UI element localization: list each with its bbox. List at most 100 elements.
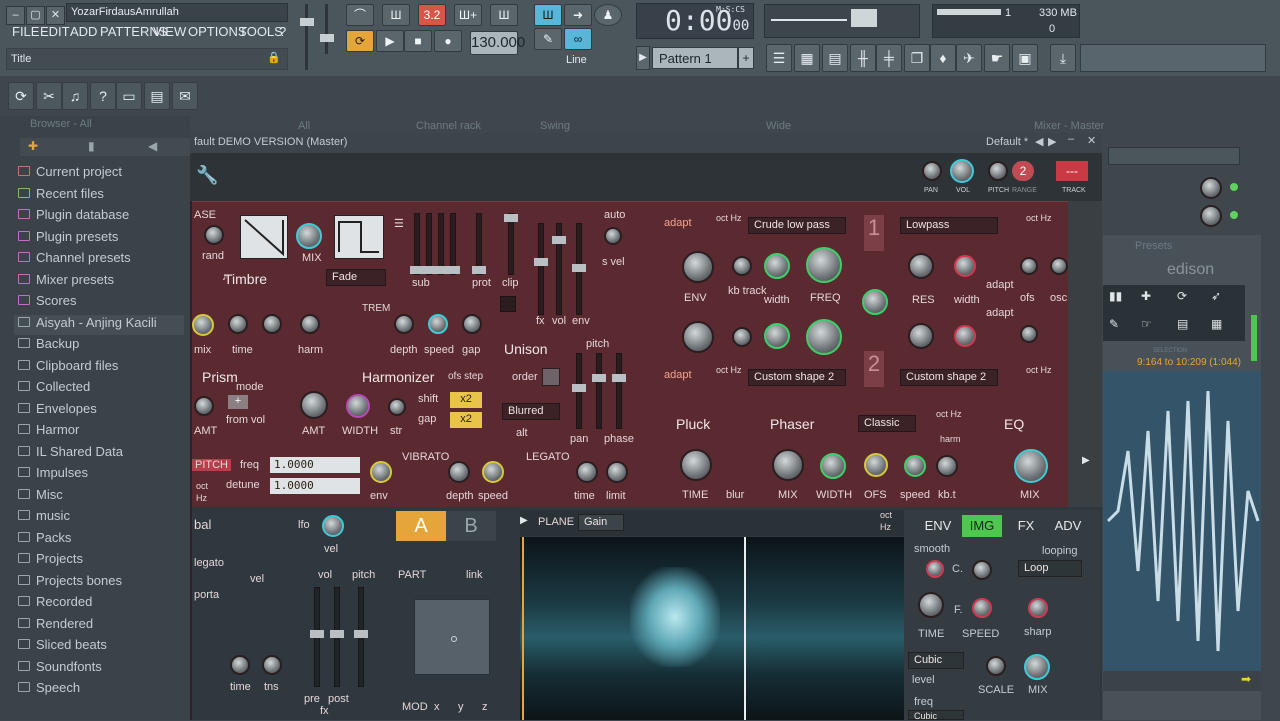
filter4-shape-select[interactable]: Custom shape 2 [900,369,998,386]
legato-limit-knob[interactable] [606,461,628,483]
filter-env-knob[interactable] [682,251,714,283]
wrench-icon[interactable]: 🔧 [196,165,218,186]
xy-pad[interactable] [414,599,490,675]
mixer-search[interactable] [1108,147,1240,165]
master-volume-slider[interactable] [300,4,314,70]
time-knob[interactable] [228,314,248,334]
timbre-mix-knob[interactable] [296,223,322,249]
sub-fader-2[interactable] [422,213,436,275]
save-icon[interactable]: ▭ [116,82,142,110]
plugin-picker-icon[interactable]: ♦ [930,44,956,72]
edison-arrow-icon[interactable]: ➡ [1241,672,1251,686]
piano-roll-icon[interactable]: ▦ [794,44,820,72]
menu-tools[interactable]: TOOLS [239,24,283,39]
img-speed-knob[interactable] [972,598,992,618]
export-icon[interactable]: ▤ [144,82,170,110]
browser-file-icon[interactable]: ▮ [88,139,95,153]
env-fader[interactable] [572,223,586,315]
mixer-icon[interactable]: ╫ [850,44,876,72]
next-preset-icon[interactable]: ▶ [1048,135,1056,148]
restore-button[interactable]: ▢ [26,6,45,25]
scroll-right-icon[interactable]: ▶ [1082,455,1090,466]
phaser-kbt-knob[interactable] [936,455,958,477]
ofs2-knob[interactable] [1020,325,1038,343]
edison-save-icon[interactable]: ▤ [1177,317,1188,331]
gain-select[interactable]: Gain [578,514,624,531]
freq-field[interactable]: 1.0000 [270,457,360,473]
tab-adv[interactable]: ADV [1048,515,1088,537]
browser-item[interactable]: music [18,508,70,528]
prism-add-button[interactable]: + [228,395,248,409]
cubic2-select[interactable]: Cubic [908,710,964,721]
tab-img[interactable]: IMG [962,515,1002,537]
menu-options[interactable]: OPTIONS [188,24,247,39]
draw-tool-icon[interactable]: ✎ [534,28,562,50]
mixer-led-1[interactable] [1230,183,1238,191]
ofs-knob[interactable] [1020,257,1038,275]
adapt-label-4[interactable]: adapt [664,369,692,381]
filter3-shape-select[interactable]: Custom shape 2 [748,369,846,386]
edison-bars-icon[interactable]: ▮▮ [1109,289,1122,303]
filter2-freq-knob[interactable] [806,319,842,355]
metronome-icon[interactable]: ⌒ [346,4,374,26]
edison-hand-icon[interactable]: ☞ [1141,317,1152,331]
edison-grid-icon[interactable]: ▦ [1211,317,1222,331]
browser-item[interactable]: Aisyah - Anjing Kacili [14,314,184,335]
loop-record-icon[interactable]: Ш [490,4,518,26]
edison-pencil-icon[interactable]: ✎ [1109,317,1119,331]
track-select[interactable]: --- [1056,161,1088,181]
unison-phase-fader[interactable] [612,353,626,429]
gap-field[interactable]: x2 [450,412,482,428]
browser-speaker-icon[interactable]: ◀ [148,139,157,153]
mic-icon[interactable]: ♟ [594,4,622,26]
res-knob[interactable] [908,253,934,279]
order-button[interactable] [542,368,560,386]
browser-item[interactable]: Recent files [18,186,104,206]
part-a-tab[interactable]: A [396,511,446,541]
browser-item[interactable]: Mixer presets [18,272,114,292]
cubic-select[interactable]: Cubic [908,652,964,669]
mixer-led-2[interactable] [1230,211,1238,219]
browser-item[interactable]: Soundfonts [18,659,102,679]
img-time-knob[interactable] [918,592,944,618]
trem-gap-knob[interactable] [462,314,482,334]
waveform-b[interactable] [334,215,384,259]
tab-env[interactable]: ENV [918,515,958,537]
sub-fader-4[interactable] [446,213,460,275]
pitch-knob[interactable] [988,161,1008,181]
blurred-select[interactable]: Blurred [502,403,560,420]
waveform-a[interactable] [240,215,288,259]
preset-name[interactable]: Default * [986,136,1028,148]
phaser-speed-knob[interactable] [904,455,926,477]
list-icon[interactable]: ☰ [394,217,404,230]
detune-field[interactable]: 1.0000 [270,478,360,494]
channel-rack-icon[interactable]: ▤ [822,44,848,72]
sharp-knob[interactable] [1028,598,1048,618]
browser-item[interactable]: Channel presets [18,250,131,270]
sub-fader-3[interactable] [434,213,448,275]
harm-knob[interactable] [300,314,320,334]
touch-controller-icon[interactable]: ☛ [984,44,1010,72]
mixer-faders-icon[interactable]: ╪ [876,44,902,72]
harmonizer-amt-knob[interactable] [300,391,328,419]
filter1-type-select[interactable]: Crude low pass [748,217,846,234]
microphone-icon[interactable]: ♫ [62,82,88,110]
minimize-button[interactable]: – [6,6,25,25]
record-button[interactable]: ● [434,30,462,52]
plugin-database-icon[interactable]: ✈ [956,44,982,72]
browser-item[interactable]: Packs [18,530,71,550]
edison-loop-icon[interactable]: ⟳ [1177,289,1187,303]
browser-item[interactable]: Plugin database [18,207,129,227]
browser-collapse-icon[interactable]: ✚ [28,139,38,153]
browser-item[interactable]: IL Shared Data [18,444,123,464]
phaser-width-knob[interactable] [820,453,846,479]
snap-select[interactable]: Line [540,54,620,70]
browser-item[interactable]: Collected [18,379,90,399]
playlist-icon[interactable]: ☰ [766,44,792,72]
eq-mix-knob[interactable] [1014,449,1048,483]
spectrogram-image[interactable] [520,537,904,720]
fx-fader[interactable] [534,223,548,315]
phaser-ofs-knob[interactable] [864,453,888,477]
blend-notes-icon[interactable]: Ш+ [454,4,482,26]
browser-item[interactable]: Scores [18,293,76,313]
